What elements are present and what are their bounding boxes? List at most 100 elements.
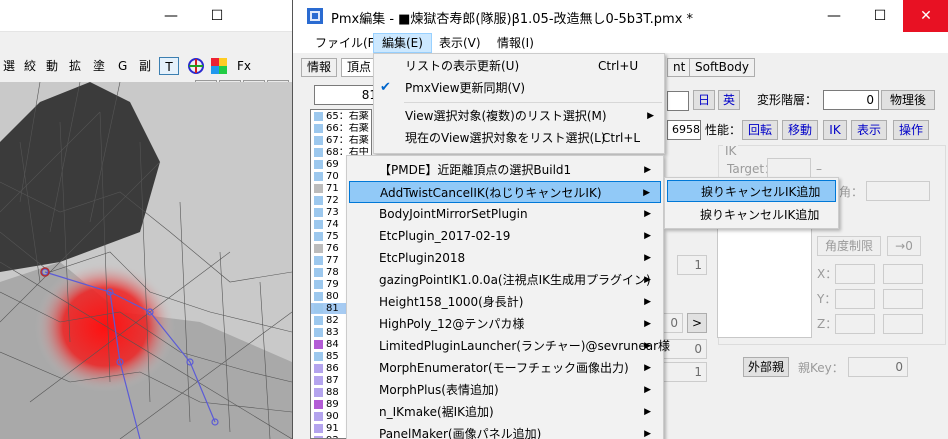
menu-view[interactable]: 表示(V) (431, 33, 489, 53)
plugin-menu-item[interactable]: HighPoly_12@テンパカ様 ▶ (349, 313, 661, 335)
plugin-menu-item-label: gazingPointIK1.0.0a(注視点IK生成用プラグイン) (379, 273, 651, 287)
fx-tool[interactable]: Fx (237, 57, 251, 75)
plugin-menu-item[interactable]: MorphPlus(表情追加) ▶ (349, 379, 661, 401)
minimize-button[interactable]: — (811, 0, 857, 32)
name-field-edge[interactable] (667, 91, 689, 111)
zero-button[interactable]: →0 (887, 236, 921, 256)
menu-item-pmxview-sync[interactable]: ✔ PmxView更新同期(V) (374, 77, 664, 99)
move-tool[interactable]: 動 (46, 57, 58, 75)
plugin-menu-item[interactable]: EtcPlugin2018 ▶ (349, 247, 661, 269)
menu-item-refresh-list[interactable]: リストの表示更新(U) Ctrl+U (374, 55, 664, 77)
maximize-button[interactable]: ☐ (857, 0, 903, 32)
bone-color-swatch (314, 268, 323, 277)
plugin-menu-item[interactable]: Height158_1000(身長計) ▶ (349, 291, 661, 313)
submenu-arrow-icon: ▶ (643, 188, 650, 198)
y-min-field[interactable] (835, 289, 875, 309)
bone-color-swatch (314, 412, 323, 421)
number-field[interactable]: 69584 (667, 120, 701, 140)
filter-tool[interactable]: 絞 (24, 57, 36, 75)
bone-list-label: 75 (326, 231, 339, 242)
plugin-menu-item[interactable]: 【PMDE】近距離頂点の選択Build1 ▶ (349, 159, 661, 181)
tab-softbody[interactable]: SoftBody (689, 58, 755, 77)
bone-list-label: 67：右薬 (326, 135, 369, 146)
ik-target-field[interactable] (767, 158, 811, 178)
rotate-flag-button[interactable]: 回転 (742, 120, 778, 140)
submenu-arrow-icon: ▶ (644, 319, 651, 329)
perf-label: 性能： (705, 123, 742, 137)
t-tool[interactable]: T (159, 57, 179, 75)
sub-tool[interactable]: 副 (139, 57, 151, 75)
physics-after-button[interactable]: 物理後 (881, 90, 935, 110)
menu-info[interactable]: 情報(I) (489, 33, 542, 53)
plugin-menu-item[interactable]: BodyJointMirrorSetPlugin ▶ (349, 203, 661, 225)
plugin-menu-item[interactable]: EtcPlugin_2017-02-19 ▶ (349, 225, 661, 247)
bone-list-label: 70 (326, 171, 339, 182)
next-button[interactable]: > (687, 313, 707, 333)
plugin-menu-item[interactable]: n_IKmake(裾IK追加) ▶ (349, 401, 661, 423)
paint-tool[interactable]: 塗 (93, 57, 105, 75)
tab-joint[interactable]: nt (667, 58, 692, 77)
menu-item-add-twist-cancel-ik-2[interactable]: 捩りキャンセルIK追加 (667, 204, 836, 226)
x-max-field[interactable] (883, 264, 923, 284)
model-viewport[interactable] (0, 82, 292, 439)
move-flag-button[interactable]: 移動 (782, 120, 818, 140)
bone-color-swatch (314, 136, 323, 145)
bone-list-row[interactable]: 65：右薬 (311, 111, 371, 122)
ja-button[interactable]: 日 (693, 90, 715, 110)
bone-list-row[interactable]: 66：右薬 (311, 123, 371, 134)
scale-tool[interactable]: 拡 (69, 57, 81, 75)
bone-list-label: 89 (326, 399, 339, 410)
group-tool[interactable]: G (118, 57, 127, 75)
external-parent-button[interactable]: 外部親 (743, 357, 789, 377)
small-field-1[interactable]: 1 (677, 255, 707, 275)
operate-flag-button[interactable]: 操作 (893, 120, 929, 140)
ik-flag-button[interactable]: IK (823, 120, 847, 140)
ik-angle-label: 角： (839, 185, 864, 199)
viewer-minimize-button[interactable]: — (148, 0, 194, 32)
bone-list-label: 81 (326, 303, 339, 314)
z-max-field[interactable] (883, 314, 923, 334)
ik-angle-field[interactable] (866, 181, 930, 201)
x-min-field[interactable] (835, 264, 875, 284)
bone-list-label: 80 (326, 291, 339, 302)
plugin-menu-item[interactable]: gazingPointIK1.0.0a(注視点IK生成用プラグイン) ▶ (349, 269, 661, 291)
edit-menu: リストの表示更新(U) Ctrl+U ✔ PmxView更新同期(V) View… (373, 53, 665, 154)
index-field[interactable]: 81 (314, 85, 382, 105)
plugin-menu-item[interactable]: MorphEnumerator(モーフチェック画像出力) ▶ (349, 357, 661, 379)
tab-vertex[interactable]: 頂点 (341, 58, 378, 77)
plugin-menu-item[interactable]: AddTwistCancelIK(ねじりキャンセルIK) ▶ (349, 181, 661, 203)
bone-color-swatch (314, 232, 323, 241)
small-field-4[interactable]: 1 (663, 362, 707, 382)
select-tool[interactable]: 選 (3, 57, 15, 75)
grid-color-icon[interactable] (210, 57, 228, 75)
parent-key-field[interactable]: 0 (848, 357, 908, 377)
z-min-field[interactable] (835, 314, 875, 334)
en-button[interactable]: 英 (718, 90, 740, 110)
submenu-arrow-icon: ▶ (647, 111, 654, 121)
bone-color-swatch (314, 388, 323, 397)
bone-list-label: 74 (326, 219, 339, 230)
axis-icon[interactable] (187, 57, 205, 75)
display-flag-button[interactable]: 表示 (851, 120, 887, 140)
menu-item-add-twist-cancel-ik[interactable]: 捩りキャンセルIK追加 (667, 180, 836, 202)
app-icon (307, 8, 323, 24)
transform-layer-field[interactable]: 0 (823, 90, 879, 110)
submenu-arrow-icon: ▶ (644, 341, 651, 351)
close-button[interactable]: ✕ (903, 0, 948, 32)
bone-color-swatch (314, 172, 323, 181)
bone-color-swatch (314, 184, 323, 193)
menu-item-view-select-multi[interactable]: View選択対象(複数)のリスト選択(M) ▶ (374, 105, 664, 127)
tab-info[interactable]: 情報 (301, 58, 338, 77)
y-max-field[interactable] (883, 289, 923, 309)
viewer-maximize-button[interactable]: ☐ (194, 0, 240, 32)
menu-item-shortcut: Ctrl+U (598, 59, 639, 73)
bone-color-swatch (314, 292, 323, 301)
plugin-menu-item[interactable]: PanelMaker(画像パネル追加) ▶ (349, 423, 661, 439)
bone-color-swatch (314, 316, 323, 325)
menu-item-view-select-current[interactable]: 現在のView選択対象をリスト選択(L) Ctrl+L (374, 127, 664, 149)
bone-list-label: 91 (326, 423, 339, 434)
plugin-menu-item[interactable]: LimitedPluginLauncher(ランチャー)@sevrunear様 ▶ (349, 335, 670, 357)
bone-list-row[interactable]: 67：右薬 (311, 135, 371, 146)
menu-edit[interactable]: 編集(E) (373, 33, 432, 53)
angle-limit-button[interactable]: 角度制限 (817, 236, 881, 256)
